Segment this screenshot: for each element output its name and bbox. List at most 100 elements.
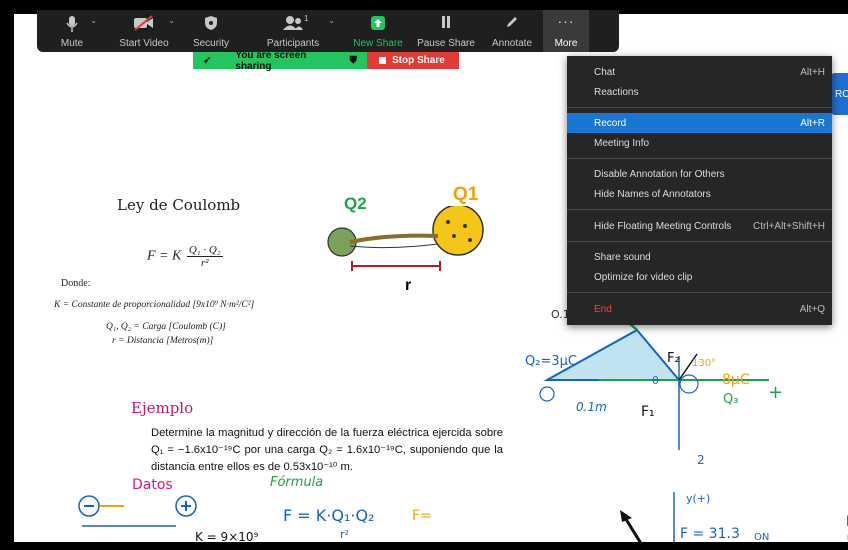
annotate-button[interactable]: Annotate [481, 10, 543, 52]
menu-item-end[interactable]: End Alt+Q [567, 299, 832, 319]
menu-item-meeting-info[interactable]: Meeting Info [567, 133, 832, 153]
menu-item-reactions[interactable]: Reactions [567, 82, 832, 102]
annotation-datos: Datos [132, 477, 173, 493]
start-video-button[interactable]: ⌄ Start Video [107, 10, 181, 52]
pause-share-button[interactable]: Pause Share [411, 10, 481, 52]
annotation-8uc: 8μC [722, 372, 750, 388]
triangle-diagram [539, 313, 769, 450]
participants-button[interactable]: 1 ⌄ Participants [241, 10, 345, 52]
distance-label: r [405, 277, 412, 294]
meeting-toolbar: ⌄ Mute ⌄ Start Video Security 1 ⌄ Partic… [37, 10, 619, 52]
annotation-angle: 130° [692, 358, 717, 369]
definition-q: Q₁, Q₂ = Carga [Coulomb (C)] [106, 322, 226, 332]
formula-denominator: r² [200, 257, 209, 269]
datos-diagram [78, 495, 197, 527]
mute-label: Mute [60, 38, 84, 49]
formula-numerator: Q₁ · Q₂ [186, 244, 223, 257]
menu-item-label: Hide Floating Meeting Controls [594, 220, 732, 232]
participants-icon [282, 15, 304, 34]
pencil-icon [505, 15, 519, 32]
menu-item-share-sound[interactable]: Share sound [567, 247, 832, 267]
stop-icon [379, 57, 386, 64]
menu-item-label: Hide Names of Annotators [594, 188, 711, 200]
annotation-force-sub: ON [754, 532, 770, 542]
menu-item-label: Record [594, 117, 627, 129]
annotation-f-eq: F = K·Q₁·Q₂ [283, 506, 375, 525]
sharing-text: You are screen sharing [235, 49, 307, 72]
annotation-plus-x: + [768, 382, 784, 403]
pause-share-label: Pause Share [417, 38, 475, 49]
menu-item-record[interactable]: Record Alt+R [567, 113, 832, 133]
ejemplo-heading: Ejemplo [131, 399, 194, 417]
menu-divider [567, 158, 832, 159]
menu-item-optimize-video[interactable]: Optimize for video clip [567, 267, 832, 287]
annotation-f1: F₁ [641, 404, 655, 420]
menu-item-shortcut: Alt+Q [799, 303, 825, 315]
charges-illustration [327, 206, 484, 257]
menu-divider [567, 107, 832, 108]
menu-item-shortcut: Alt+H [800, 66, 825, 78]
menu-item-hide-annotator-names[interactable]: Hide Names of Annotators [567, 184, 832, 204]
q1-label: Q1 [453, 184, 479, 205]
annotation-q3: Q₃ [723, 392, 739, 407]
annotation-neg-2: 2 [697, 453, 705, 467]
pause-icon [440, 15, 452, 32]
annotation-force-val: F = 31.3 [680, 526, 740, 542]
annotation-f-den: r² [340, 528, 349, 541]
more-button[interactable]: ··· More [543, 10, 589, 52]
menu-divider [567, 292, 832, 293]
annotation-q2-3uc: Q₂=3μC [525, 354, 577, 369]
chevron-down-icon[interactable]: ⌄ [90, 16, 97, 25]
microphone-icon [66, 15, 78, 36]
sharing-status[interactable]: ➶ You are screen sharing ⛊ [193, 49, 367, 72]
annotation-theta: θ [652, 374, 659, 387]
chevron-down-icon[interactable]: ⌄ [168, 16, 175, 25]
coulomb-formula: F = K Q₁ · Q₂ r² [147, 244, 223, 269]
donde-label: Donde: [61, 278, 91, 289]
menu-divider [567, 241, 832, 242]
definition-k: K = Constante de proporcionalidad [9x10⁹… [54, 300, 255, 310]
annotation-formula: Fórmula [270, 475, 324, 490]
menu-item-label: Reactions [594, 86, 639, 98]
screen-sharing-banner: ➶ You are screen sharing ⛊ Stop Share [193, 49, 459, 72]
start-video-label: Start Video [119, 38, 169, 49]
participants-label: Participants [266, 38, 320, 49]
menu-item-hide-floating-controls[interactable]: Hide Floating Meeting Controls Ctrl+Alt+… [567, 216, 832, 236]
stop-share-button[interactable]: Stop Share [367, 52, 459, 69]
menu-item-shortcut: Ctrl+Alt+Shift+H [753, 220, 825, 232]
more-menu: Chat Alt+H Reactions Record Alt+R Meetin… [567, 56, 832, 325]
distance-bar [351, 261, 441, 271]
menu-item-label: Optimize for video clip [594, 271, 693, 283]
formula-lhs: F = K [147, 248, 182, 264]
menu-item-label: Disable Annotation for Others [594, 168, 725, 180]
chevron-down-icon[interactable]: ⌄ [328, 16, 335, 25]
menu-item-disable-annotation[interactable]: Disable Annotation for Others [567, 164, 832, 184]
definition-r: r = Distancia [Metros(m)] [112, 336, 214, 346]
share-up-arrow-icon [370, 15, 386, 34]
shield-icon [204, 15, 218, 34]
side-panel-tab[interactable]: RC [831, 73, 848, 115]
menu-item-label: End [594, 303, 612, 315]
video-off-icon [133, 15, 155, 34]
participants-count: 1 [304, 14, 309, 23]
security-label: Security [192, 38, 230, 49]
new-share-button[interactable]: New Share [345, 10, 411, 52]
problem-text: Determine la magnitud y dirección de la … [151, 427, 503, 473]
more-label: More [554, 38, 578, 49]
annotation-y-axis: y(+) [686, 492, 711, 505]
security-button[interactable]: Security [181, 10, 241, 52]
annotation-f-small: F= [412, 508, 432, 524]
menu-item-shortcut: Alt+R [800, 117, 825, 129]
shield-icon: ⛊ [349, 55, 358, 66]
mute-button[interactable]: ⌄ Mute [37, 10, 107, 52]
pin-icon: ➶ [203, 55, 212, 66]
menu-item-label: Meeting Info [594, 137, 650, 149]
menu-divider [567, 209, 832, 210]
menu-item-label: Share sound [594, 251, 651, 263]
annotation-dist: 0.1m [576, 400, 607, 414]
slide-title: Ley de Coulomb [117, 196, 241, 214]
stop-share-label: Stop Share [392, 55, 445, 66]
menu-item-label: Chat [594, 66, 616, 78]
more-dots-icon: ··· [557, 13, 575, 29]
menu-item-chat[interactable]: Chat Alt+H [567, 62, 832, 82]
